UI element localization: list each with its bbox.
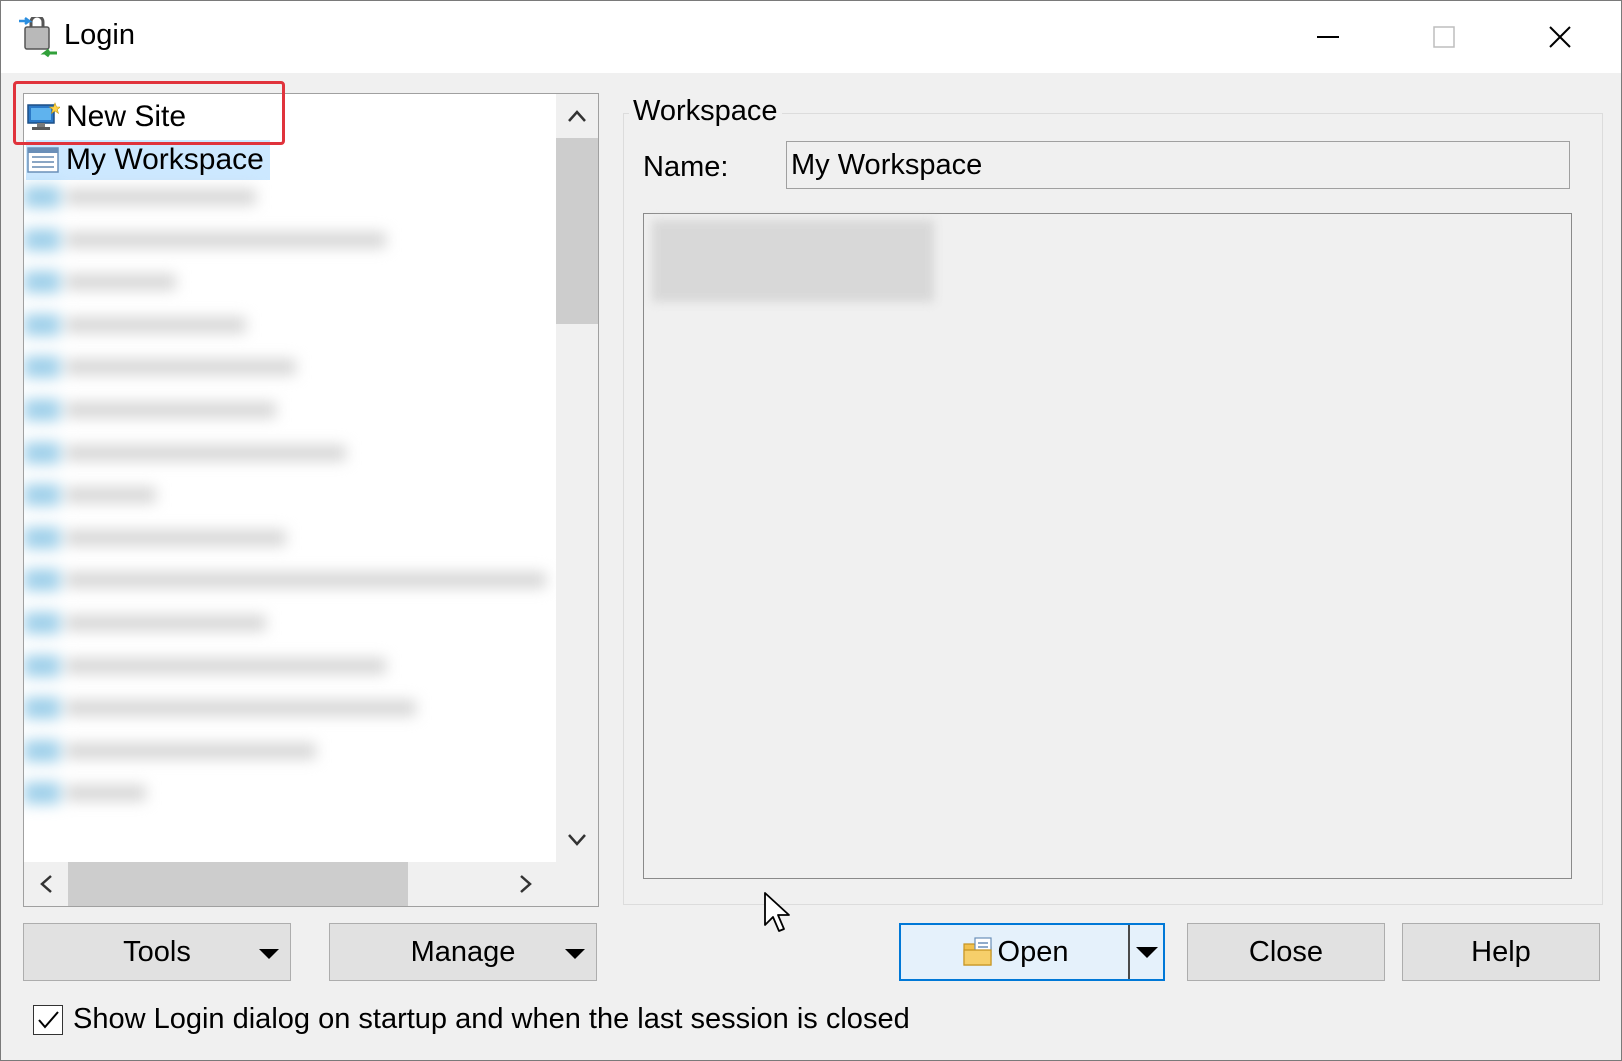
startup-option[interactable]: Show Login dialog on startup and when th… bbox=[33, 1003, 910, 1036]
horizontal-scroll-thumb[interactable] bbox=[68, 862, 408, 906]
minimize-button[interactable] bbox=[1273, 1, 1383, 73]
maximize-button[interactable] bbox=[1389, 1, 1499, 73]
tree-item-label: My Workspace bbox=[66, 143, 264, 176]
help-button-label: Help bbox=[1471, 935, 1531, 968]
site-tree-list: New Site My Workspace bbox=[24, 94, 556, 862]
maximize-icon bbox=[1433, 26, 1455, 48]
open-folder-icon bbox=[962, 937, 992, 966]
chevron-right-icon bbox=[520, 875, 532, 893]
open-button-label: Open bbox=[997, 935, 1069, 968]
minimize-icon bbox=[1317, 36, 1339, 38]
new-site-highlight bbox=[13, 81, 285, 145]
workspace-description[interactable] bbox=[643, 213, 1572, 879]
name-label: Name: bbox=[643, 151, 729, 183]
close-button[interactable]: Close bbox=[1187, 923, 1385, 981]
chevron-down-icon bbox=[568, 834, 586, 846]
manage-button[interactable]: Manage bbox=[329, 923, 597, 981]
workspace-name-field[interactable]: My Workspace bbox=[786, 141, 1570, 189]
scroll-left-button[interactable] bbox=[24, 862, 68, 906]
tree-item-my-workspace[interactable]: My Workspace bbox=[26, 140, 270, 180]
scroll-down-button[interactable] bbox=[556, 818, 598, 862]
mouse-cursor-icon bbox=[764, 892, 790, 932]
show-login-checkbox[interactable] bbox=[33, 1004, 63, 1035]
redacted-description bbox=[652, 220, 934, 302]
vertical-scroll-thumb[interactable] bbox=[556, 138, 598, 324]
checkmark-icon bbox=[38, 1010, 59, 1029]
close-window-button[interactable] bbox=[1505, 1, 1615, 73]
open-button[interactable]: Open bbox=[901, 925, 1129, 979]
help-button[interactable]: Help bbox=[1402, 923, 1600, 981]
dropdown-arrow-icon bbox=[259, 949, 279, 959]
workspace-icon bbox=[27, 147, 59, 173]
dropdown-arrow-icon bbox=[1135, 946, 1158, 958]
vertical-scrollbar[interactable] bbox=[556, 94, 598, 862]
site-tree[interactable]: New Site My Workspace bbox=[23, 93, 599, 907]
scroll-up-button[interactable] bbox=[556, 94, 598, 138]
scroll-right-button[interactable] bbox=[504, 862, 548, 906]
horizontal-scrollbar[interactable] bbox=[24, 862, 556, 906]
close-button-label: Close bbox=[1248, 935, 1324, 968]
workspace-group-title: Workspace bbox=[629, 95, 782, 128]
close-icon bbox=[1549, 26, 1571, 48]
tools-button[interactable]: Tools bbox=[23, 923, 291, 981]
title-bar[interactable]: Login bbox=[1, 1, 1621, 73]
chevron-up-icon bbox=[568, 110, 586, 122]
login-dialog: Login New Site My Workspace Workspace Na… bbox=[0, 0, 1622, 1061]
manage-button-label: Manage bbox=[410, 935, 516, 968]
open-split-button: Open bbox=[899, 923, 1165, 981]
chevron-left-icon bbox=[40, 875, 52, 893]
dropdown-arrow-icon bbox=[565, 949, 585, 959]
open-dropdown-button[interactable] bbox=[1130, 925, 1163, 979]
show-login-label: Show Login dialog on startup and when th… bbox=[73, 1003, 910, 1035]
tools-button-label: Tools bbox=[123, 935, 191, 968]
scrollbar-corner bbox=[556, 862, 598, 906]
login-app-icon bbox=[19, 17, 57, 58]
window-title: Login bbox=[64, 19, 135, 51]
